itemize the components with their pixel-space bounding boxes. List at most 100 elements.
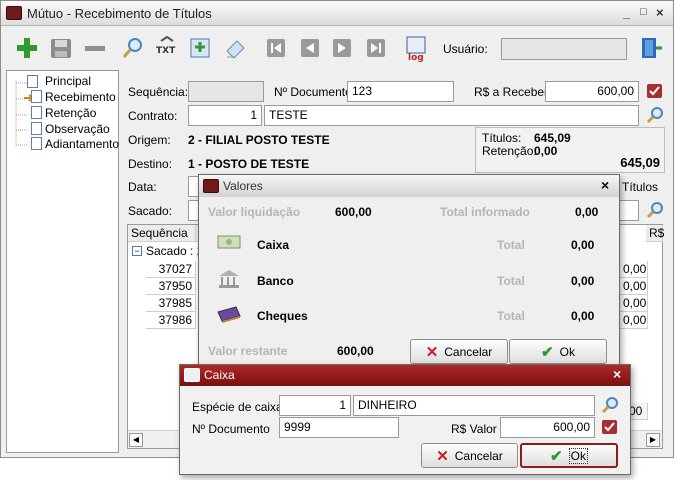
txt-export-icon[interactable]: TXT [153, 33, 181, 63]
restante-value: 600,00 [337, 344, 374, 358]
user-label: Usuário: [443, 42, 488, 56]
caixa-documento-field[interactable]: 9999 [279, 417, 399, 438]
caixa-title-bar: Caixa × [180, 365, 630, 386]
app-icon [203, 179, 219, 193]
sacado-label: Sacado: [128, 204, 173, 218]
next-record-icon[interactable] [329, 33, 357, 63]
tree-item-adiantamento[interactable]: Adiantamento [45, 137, 119, 151]
check-icon: ✔ [550, 447, 563, 465]
cancel-x-icon: ✕ [436, 447, 449, 465]
liquidacao-value: 600,00 [335, 205, 372, 219]
receber-field[interactable]: 600,00 [545, 81, 639, 102]
tree-item-recebimento[interactable]: Recebimento [45, 90, 116, 104]
table-row[interactable]: 37986 [146, 312, 196, 329]
informado-value: 0,00 [575, 205, 599, 219]
app-icon [6, 6, 22, 20]
cash-icon [217, 233, 241, 254]
titulos-label: Títulos: [482, 131, 522, 145]
especie-name-field: DINHEIRO [353, 395, 595, 416]
documento-field[interactable]: 123 [347, 81, 454, 102]
document-icon [31, 122, 42, 135]
caixa-documento-label: Nº Documento [192, 422, 270, 436]
valores-ok-button[interactable]: ✔ Ok [509, 339, 607, 364]
tree-item-observacao[interactable]: Observação [45, 122, 110, 136]
valores-cancel-button[interactable]: ✕ Cancelar [410, 339, 508, 364]
search-icon[interactable] [646, 201, 664, 222]
caixa-ok-button[interactable]: ✔ Ok [520, 443, 618, 468]
origem-label: Origem: [128, 133, 171, 147]
grand-total-value: 645,09 [620, 155, 660, 170]
valores-title: Valores [223, 179, 263, 193]
search-icon[interactable] [601, 396, 619, 417]
last-record-icon[interactable] [363, 33, 391, 63]
sequencia-field [188, 81, 264, 102]
table-cell-value: 0,00 [620, 278, 648, 295]
log-icon[interactable]: log [403, 33, 431, 63]
banco-total-label: Total [497, 274, 525, 288]
calculator-icon[interactable] [646, 82, 664, 103]
contrato-number-field[interactable]: 1 [188, 105, 262, 126]
svg-text:TXT: TXT [156, 46, 176, 56]
banco-label: Banco [257, 274, 294, 288]
table-row[interactable]: 37950 [146, 278, 196, 295]
save-icon[interactable] [47, 33, 75, 63]
collapse-icon[interactable]: − [132, 246, 142, 256]
tree-item-retencao[interactable]: Retenção [45, 106, 96, 120]
remove-icon[interactable] [81, 33, 109, 63]
valor-field[interactable]: 600,00 [500, 417, 595, 438]
caixa-total-label: Total [497, 238, 525, 252]
group-label: Sacado : 2 [146, 244, 204, 258]
exit-door-icon[interactable] [637, 33, 665, 63]
origem-value: 2 - FILIAL POSTO TESTE [188, 133, 330, 147]
search-icon[interactable] [119, 33, 147, 63]
column-header-rs[interactable]: R$ [646, 225, 664, 242]
banco-total-value: 0,00 [571, 274, 595, 288]
refresh-grid-icon[interactable] [187, 33, 215, 63]
close-button[interactable]: × [656, 5, 664, 20]
table-row[interactable]: 37027 [146, 261, 196, 278]
user-field [501, 38, 627, 60]
svg-text:log: log [408, 53, 424, 63]
valores-cancel-label: Cancelar [444, 344, 493, 359]
column-header-sequencia[interactable]: Sequência [128, 225, 196, 242]
titulos-value: 645,09 [534, 131, 571, 145]
window-title: Mútuo - Recebimento de Títulos [27, 6, 212, 21]
caixa-total-value: 0,00 [571, 238, 595, 252]
retencao-label: Retenção: [482, 144, 537, 158]
minimize-button[interactable]: _ [623, 5, 630, 20]
documento-label: Nº Documento [274, 85, 352, 99]
bank-icon [217, 269, 241, 292]
totals-panel: Títulos: 645,09 Retenção: 0,00 645,09 [475, 127, 665, 173]
sacado-field-end[interactable] [617, 200, 639, 221]
cheques-total-label: Total [497, 309, 525, 323]
cheques-total-value: 0,00 [571, 309, 595, 323]
maximize-button[interactable]: □ [640, 6, 647, 18]
sequencia-label: Sequência: [128, 85, 189, 99]
first-record-icon[interactable] [263, 33, 291, 63]
table-cell-value: 0,00 [620, 261, 648, 278]
calculator-icon[interactable] [601, 418, 619, 439]
caixa-close-button[interactable]: × [613, 366, 621, 382]
title-bar: Mútuo - Recebimento de Títulos _ □ × [1, 1, 673, 26]
contrato-name-field: TESTE [264, 105, 639, 126]
caixa-cancel-button[interactable]: ✕ Cancelar [421, 443, 518, 468]
previous-record-icon[interactable] [297, 33, 325, 63]
caixa-ok-label: Ok [568, 447, 588, 464]
document-icon [27, 75, 38, 88]
search-icon[interactable] [646, 106, 664, 127]
receber-label: R$ a Receber [474, 85, 549, 99]
especie-number-field[interactable]: 1 [279, 395, 351, 416]
caixa-dialog: Caixa × Espécie de caixa 1 DINHEIRO Nº D… [179, 364, 631, 475]
cheques-label: Cheques [257, 309, 308, 323]
destino-value: 1 - POSTO DE TESTE [188, 157, 310, 171]
informado-label: Total informado [440, 205, 530, 219]
eraser-icon[interactable] [221, 33, 249, 63]
table-row[interactable]: 37985 [146, 295, 196, 312]
tree-item-principal[interactable]: Principal [45, 74, 91, 88]
scroll-left-icon[interactable]: ◀ [129, 433, 143, 447]
valores-close-button[interactable]: × [601, 177, 609, 193]
add-icon[interactable] [13, 33, 41, 63]
caixa-label: Caixa [257, 238, 290, 252]
scroll-right-icon[interactable]: ▶ [646, 433, 660, 447]
destino-label: Destino: [128, 157, 173, 171]
